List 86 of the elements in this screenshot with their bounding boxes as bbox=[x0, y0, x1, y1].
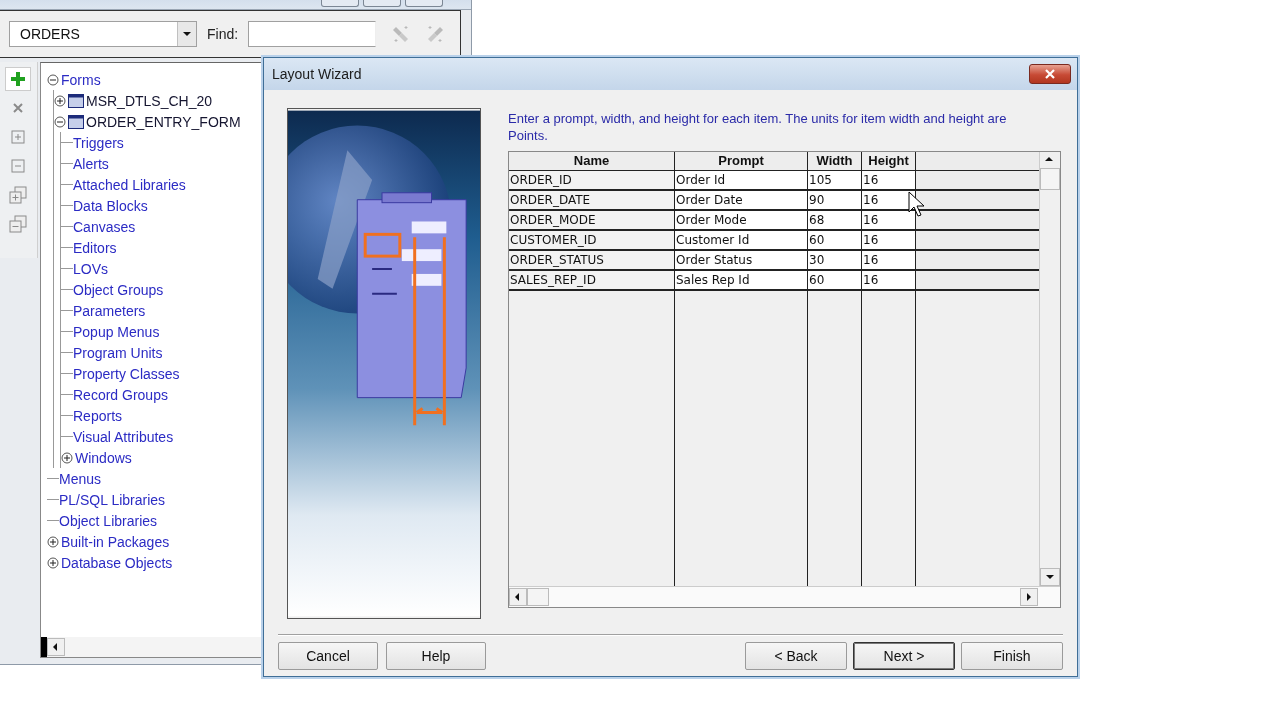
column-header[interactable]: Name bbox=[509, 152, 675, 170]
table-cell[interactable]: ORDER_MODE bbox=[509, 211, 675, 229]
table-cell[interactable]: ORDER_STATUS bbox=[509, 251, 675, 269]
toolbar-button[interactable] bbox=[6, 68, 30, 90]
table-cell[interactable]: 68 bbox=[808, 211, 862, 229]
tree-item[interactable]: MSR_DTLS_CH_20 bbox=[86, 92, 213, 109]
table-cell[interactable]: 16 bbox=[862, 211, 916, 229]
tree-item[interactable]: Property Classes bbox=[73, 365, 180, 382]
scroll-down-icon bbox=[1045, 572, 1055, 582]
scroll-left-button[interactable] bbox=[47, 638, 65, 656]
tree-item[interactable]: Triggers bbox=[73, 134, 124, 151]
tree-item[interactable]: Menus bbox=[59, 470, 102, 487]
table-cell[interactable]: 60 bbox=[808, 231, 862, 249]
tree-item[interactable]: Database Objects bbox=[61, 554, 173, 571]
column-header[interactable]: Prompt bbox=[675, 152, 808, 170]
dialog-button[interactable]: Cancel bbox=[278, 642, 378, 670]
collapse-icon[interactable] bbox=[47, 73, 59, 86]
tree-item[interactable]: Visual Attributes bbox=[73, 428, 174, 445]
tree-item[interactable]: Attached Libraries bbox=[73, 176, 186, 193]
horizontal-scrollbar[interactable] bbox=[509, 586, 1060, 607]
tree-item[interactable]: Object Groups bbox=[73, 281, 164, 298]
tree-item[interactable]: Forms bbox=[61, 71, 101, 88]
close-button[interactable] bbox=[1029, 64, 1071, 84]
close-icon bbox=[1044, 69, 1056, 79]
table-cell[interactable]: 30 bbox=[808, 251, 862, 269]
tree-item[interactable]: Reports bbox=[73, 407, 123, 424]
close-icon bbox=[12, 102, 24, 114]
expand-all-icon bbox=[9, 186, 27, 204]
table-cell[interactable]: ORDER_ID bbox=[509, 171, 675, 189]
vertical-scrollbar[interactable] bbox=[1039, 152, 1060, 586]
table-cell[interactable]: Order Status bbox=[675, 251, 808, 269]
table-cell[interactable]: Order Id bbox=[675, 171, 808, 189]
table-cell[interactable]: 90 bbox=[808, 191, 862, 209]
table-cell[interactable]: Sales Rep Id bbox=[675, 271, 808, 289]
table-cell[interactable]: 16 bbox=[862, 171, 916, 189]
find-field[interactable] bbox=[248, 21, 377, 47]
tree-item[interactable]: LOVs bbox=[73, 260, 108, 277]
tree-item[interactable]: Alerts bbox=[73, 155, 109, 172]
tree-item[interactable]: Editors bbox=[73, 239, 117, 256]
tree-item[interactable]: Canvases bbox=[73, 218, 136, 235]
expand-icon[interactable] bbox=[61, 451, 73, 464]
expand-icon[interactable] bbox=[54, 94, 66, 107]
table-cell[interactable]: Order Mode bbox=[675, 211, 808, 229]
mouse-pointer-icon bbox=[908, 191, 926, 217]
form-module-icon bbox=[68, 114, 84, 129]
window-title: Layout Wizard bbox=[272, 66, 362, 82]
collapse-icon[interactable] bbox=[54, 115, 66, 128]
expand-icon[interactable] bbox=[47, 535, 59, 548]
tree-item[interactable]: Program Units bbox=[73, 344, 163, 361]
table-cell[interactable]: Order Date bbox=[675, 191, 808, 209]
table-cell[interactable]: 60 bbox=[808, 271, 862, 289]
scrollbar-thumb[interactable] bbox=[527, 588, 549, 606]
expand-icon[interactable] bbox=[47, 556, 59, 569]
table-cell[interactable]: 105 bbox=[808, 171, 862, 189]
table-cell[interactable]: SALES_REP_ID bbox=[509, 271, 675, 289]
tree-item[interactable]: Parameters bbox=[73, 302, 146, 319]
plus-icon bbox=[11, 72, 25, 86]
module-dropdown[interactable]: ORDERS bbox=[9, 21, 197, 47]
tree-item[interactable]: ORDER_ENTRY_FORM bbox=[86, 113, 241, 130]
dialog-button[interactable]: Next > bbox=[853, 642, 955, 670]
column-header[interactable]: Width bbox=[808, 152, 862, 170]
table-cell[interactable]: 16 bbox=[862, 271, 916, 289]
table-cell[interactable]: CUSTOMER_ID bbox=[509, 231, 675, 249]
table-cell[interactable]: Customer Id bbox=[675, 231, 808, 249]
dialog-button[interactable]: Help bbox=[386, 642, 486, 670]
scrollbar-thumb[interactable] bbox=[1040, 168, 1060, 190]
tree-item[interactable]: Record Groups bbox=[73, 386, 168, 403]
dialog-button[interactable]: Finish bbox=[961, 642, 1063, 670]
tree-item[interactable]: PL/SQL Libraries bbox=[59, 491, 166, 508]
form-module-icon bbox=[68, 93, 84, 108]
table-cell[interactable]: ORDER_DATE bbox=[509, 191, 675, 209]
scroll-right-icon bbox=[1024, 592, 1034, 602]
tree-item[interactable]: Object Libraries bbox=[59, 512, 158, 529]
table-cell[interactable]: 16 bbox=[862, 231, 916, 249]
tree-item[interactable]: Built-in Packages bbox=[61, 533, 170, 550]
table-cell[interactable]: 16 bbox=[862, 251, 916, 269]
find-label: Find: bbox=[207, 26, 239, 42]
instruction-text: Enter a prompt, width, and height for each item. The units for item width and height are Points. bbox=[508, 110, 1008, 145]
collapse-icon bbox=[11, 159, 25, 173]
tree-item[interactable]: Data Blocks bbox=[73, 197, 148, 214]
dropdown-arrow-icon bbox=[182, 29, 192, 39]
dialog-button[interactable]: < Back bbox=[745, 642, 847, 670]
collapse-all-icon bbox=[9, 215, 27, 233]
expand-icon bbox=[11, 130, 25, 144]
tree-item[interactable]: Popup Menus bbox=[73, 323, 160, 340]
tree-item[interactable]: Windows bbox=[75, 449, 132, 466]
